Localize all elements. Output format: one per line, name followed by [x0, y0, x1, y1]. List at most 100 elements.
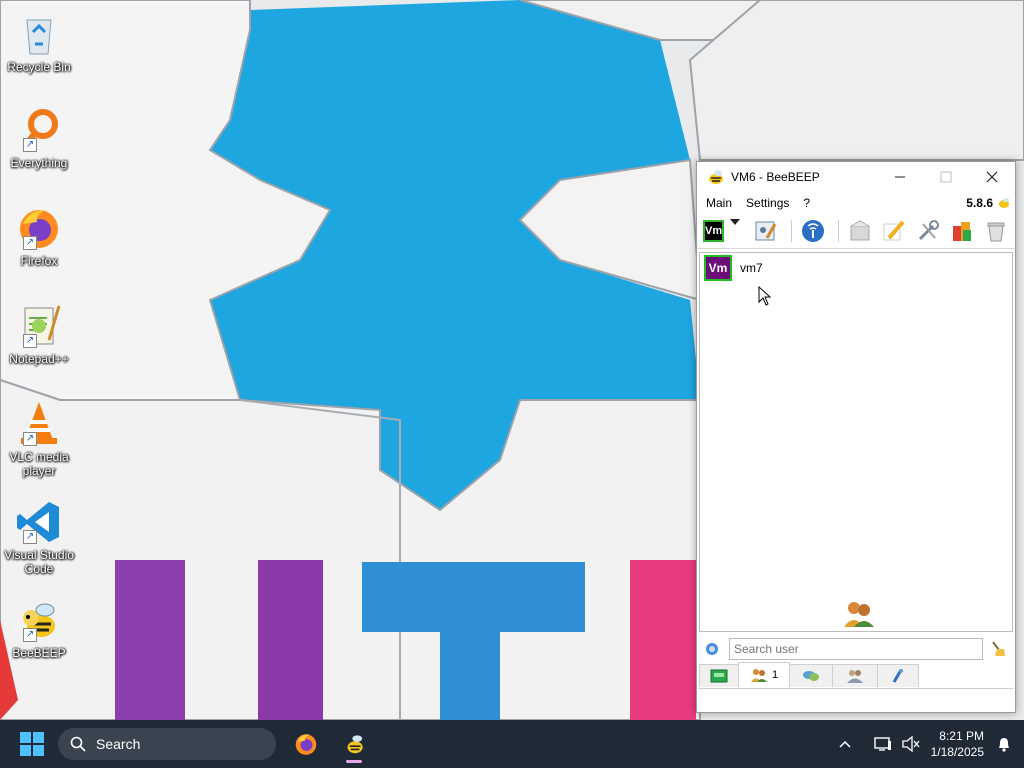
beebeep-icon: ↗ [15, 596, 63, 644]
users-count: 1 [771, 669, 779, 681]
minimize-icon [895, 176, 905, 178]
menu-bar: Main Settings ? 5.8.6 [697, 192, 1015, 214]
system-tray: 8:21 PM 1/18/2025 [829, 720, 1016, 768]
menu-main[interactable]: Main [701, 196, 737, 210]
everything-search-icon: ↗ [15, 106, 63, 154]
search-label: Search [96, 736, 141, 752]
desktop-icon-recycle-bin[interactable]: Recycle Bin [4, 10, 74, 74]
toolbar: Vm [697, 214, 1015, 249]
show-hidden-icons-button[interactable] [833, 732, 857, 756]
network-icon [873, 737, 891, 751]
search-user-input[interactable] [729, 638, 983, 660]
toolbar-separator [791, 220, 792, 242]
beebeep-icon [347, 735, 363, 754]
beebeep-app-icon [709, 170, 723, 184]
volume-button[interactable] [899, 732, 923, 756]
desktop-icon-label: BeeBEEP [12, 646, 66, 660]
files-icon [892, 669, 903, 683]
mouse-cursor-icon [758, 286, 772, 306]
my-status-button[interactable]: Vm [703, 216, 747, 246]
tab-chats[interactable] [789, 664, 833, 687]
tools-icon [918, 220, 939, 241]
vscode-icon: ↗ [15, 498, 63, 546]
running-indicator [346, 760, 362, 763]
tab-chat-list[interactable] [699, 664, 739, 687]
desktop-icon-label: Recycle Bin [7, 60, 71, 74]
close-button[interactable] [969, 162, 1015, 192]
close-icon [986, 171, 998, 183]
desktop-icon-label: Firefox [20, 254, 58, 268]
toolbar-separator [838, 220, 839, 242]
clock-date: 1/18/2025 [930, 745, 984, 759]
bell-icon [999, 738, 1009, 752]
edit-profile-button[interactable] [751, 216, 781, 246]
desktop-icon-label: Everything [10, 156, 68, 170]
chat-list-icon [710, 669, 728, 683]
clock[interactable]: 8:21 PM 1/18/2025 [931, 728, 984, 760]
volume-muted-icon [901, 736, 920, 752]
desktop-icon-label: VLC media player [9, 450, 69, 478]
desktop-icon-beebeep[interactable]: ↗ BeeBEEP [4, 596, 74, 660]
user-name: vm7 [740, 261, 763, 275]
tab-groups[interactable] [832, 664, 878, 687]
notifications-button[interactable] [992, 732, 1016, 756]
my-avatar-badge: Vm [703, 220, 725, 242]
window-title: VM6 - BeeBEEP [731, 170, 820, 184]
taskbar-search[interactable]: Search [58, 728, 276, 760]
maximize-button[interactable] [923, 162, 969, 192]
tab-files[interactable] [877, 664, 919, 687]
desktop-icon-notepadpp[interactable]: ↗ Notepad++ [4, 302, 74, 366]
network-tray-button[interactable] [871, 732, 895, 756]
minimize-button[interactable] [877, 162, 923, 192]
options-button[interactable] [913, 216, 943, 246]
firefox-icon [295, 734, 317, 755]
start-button[interactable] [12, 724, 52, 764]
desktop-icon-vscode[interactable]: ↗ Visual Studio Code [4, 498, 74, 576]
windows-logo-icon [20, 732, 44, 756]
write-message-button[interactable] [879, 216, 909, 246]
user-list[interactable]: Vm vm7 [699, 252, 1013, 632]
search-options-icon[interactable] [703, 640, 721, 658]
search-bar [699, 636, 1013, 662]
trash-icon [987, 222, 1005, 242]
menu-help[interactable]: ? [798, 196, 815, 210]
users-group-icon [844, 602, 874, 627]
network-button[interactable] [798, 216, 828, 246]
desktop-icon-vlc[interactable]: ↗ VLC media player [4, 400, 74, 478]
users-icon [750, 669, 767, 682]
taskbar-beebeep[interactable] [334, 724, 374, 764]
beebeep-window[interactable]: VM6 - BeeBEEP Main Settings ? 5.8.6 Vm V… [696, 161, 1016, 713]
list-item[interactable]: Vm vm7 [700, 253, 1012, 283]
pencil-icon [883, 220, 905, 241]
broom-icon[interactable] [989, 640, 1007, 658]
clear-button[interactable] [981, 216, 1011, 246]
search-icon [70, 736, 86, 752]
desktop-icon-label: Notepad++ [9, 352, 69, 366]
taskbar: Search 8:21 PM 1/18/2025 [0, 720, 1024, 768]
clock-time: 8:21 PM [939, 729, 984, 743]
notepad-plus-plus-icon: ↗ [15, 302, 63, 350]
beebeep-small-icon [999, 198, 1009, 208]
chats-icon [803, 671, 819, 681]
version-label: 5.8.6 [966, 196, 993, 210]
taskbar-firefox[interactable] [286, 724, 326, 764]
desktop-icon-everything[interactable]: ↗ Everything [4, 106, 74, 170]
title-bar[interactable]: VM6 - BeeBEEP [697, 162, 1015, 192]
tab-users[interactable]: 1 [738, 662, 790, 687]
chevron-down-icon [730, 219, 741, 225]
menu-settings[interactable]: Settings [741, 196, 794, 210]
edit-profile-icon [755, 221, 777, 241]
share-icon [953, 222, 971, 241]
broadcast-button[interactable] [845, 216, 875, 246]
bottom-tabs: 1 [699, 662, 1013, 689]
share-files-button[interactable] [947, 216, 977, 246]
maximize-icon [940, 171, 952, 183]
recycle-bin-icon [15, 10, 63, 58]
avatar: Vm [704, 255, 732, 281]
chevron-up-icon [839, 740, 851, 748]
firefox-icon: ↗ [15, 204, 63, 252]
network-icon [802, 220, 824, 242]
vlc-icon: ↗ [15, 400, 63, 448]
desktop-icon-firefox[interactable]: ↗ Firefox [4, 204, 74, 268]
desktop-icon-label: Visual Studio Code [4, 548, 74, 576]
